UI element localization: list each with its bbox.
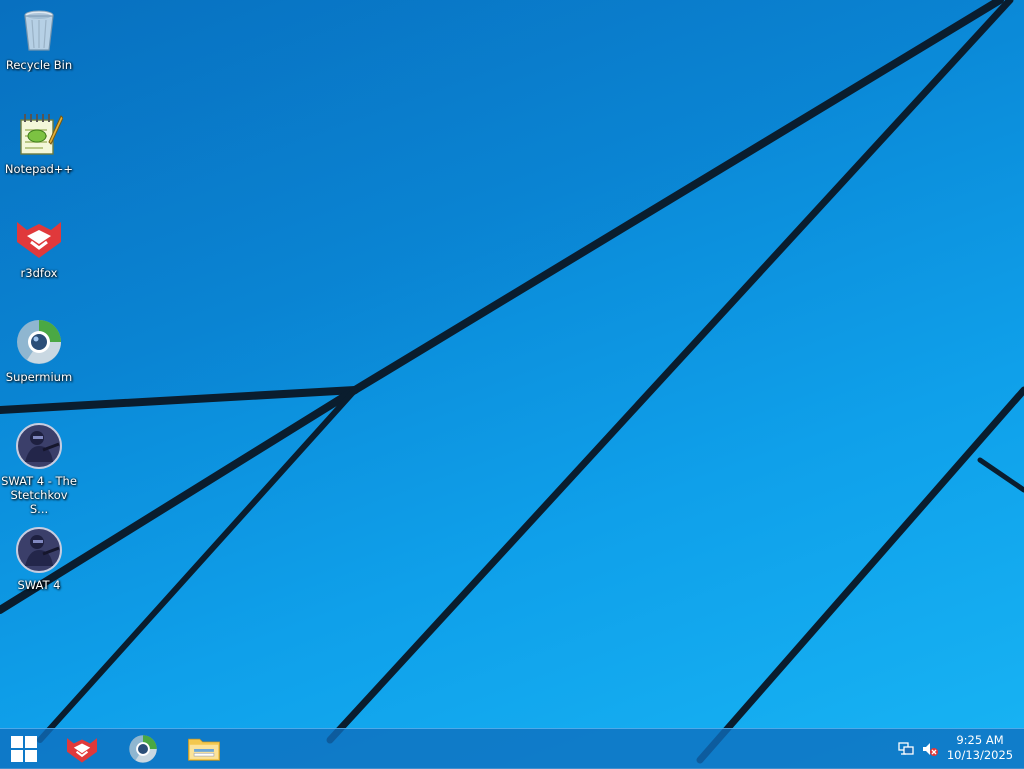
swat4-icon (16, 423, 62, 469)
notepad-plus-plus-icon (20, 114, 63, 155)
desktop-icon-label: Supermium (5, 370, 73, 384)
desktop-icon-swat4-stetchkov[interactable]: SWAT 4 - The Stetchkov S... (0, 416, 78, 516)
taskbar-pinned-file-explorer[interactable] (174, 729, 234, 769)
windows-logo-icon (11, 736, 37, 762)
network-icon (898, 742, 914, 755)
desktop-icon-swat4[interactable]: SWAT 4 (0, 520, 78, 616)
desktop-icon-label: r3dfox (20, 266, 58, 280)
recycle-bin-icon (24, 10, 54, 51)
desktop-icon-label: SWAT 4 - The Stetchkov S... (1, 474, 77, 516)
clock-time: 9:25 AM (956, 733, 1004, 747)
taskbar-pinned-supermium[interactable] (113, 729, 173, 769)
taskbar-clock[interactable]: 9:25 AM 10/13/2025 (940, 733, 1020, 765)
desktop-icon-label: Recycle Bin (5, 58, 73, 72)
desktop[interactable]: Recycle Bin Notepad++ r3dfox Supermium S… (0, 0, 1024, 768)
clock-date: 10/13/2025 (946, 748, 1014, 762)
start-button[interactable] (0, 729, 53, 769)
r3dfox-icon (17, 222, 61, 258)
taskbar-pinned-r3dfox[interactable] (52, 729, 112, 769)
swat4-icon (16, 527, 62, 573)
desktop-icon-label: Notepad++ (4, 162, 74, 176)
desktop-icon-r3dfox[interactable]: r3dfox (0, 208, 78, 304)
file-explorer-icon (188, 738, 220, 761)
tray-volume[interactable] (920, 729, 940, 769)
supermium-icon (129, 735, 157, 763)
r3dfox-icon (67, 738, 97, 763)
desktop-icon-label: SWAT 4 (17, 578, 61, 592)
tray-network[interactable] (896, 729, 916, 769)
taskbar: 9:25 AM 10/13/2025 (0, 728, 1024, 769)
wallpaper (0, 0, 1024, 764)
desktop-icon-recycle-bin[interactable]: Recycle Bin (0, 0, 78, 96)
desktop-icon-notepad-plus-plus[interactable]: Notepad++ (0, 104, 78, 200)
desktop-icon-supermium[interactable]: Supermium (0, 312, 78, 408)
supermium-icon (17, 320, 61, 364)
volume-muted-icon (923, 743, 938, 756)
